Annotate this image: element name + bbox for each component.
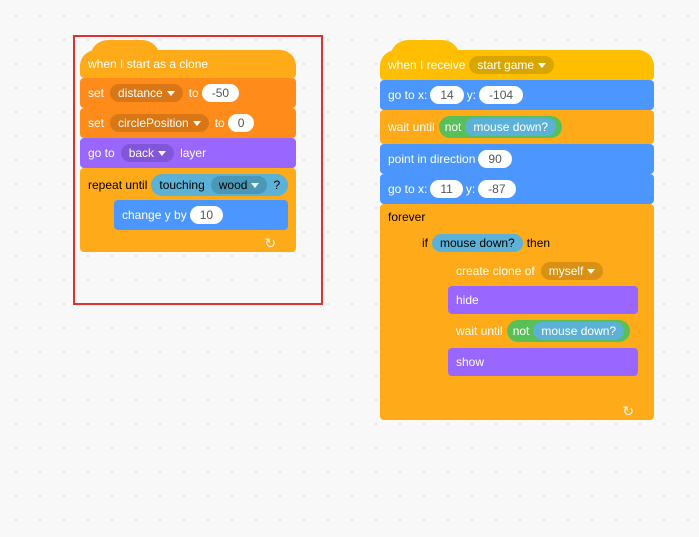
opt: start game (477, 58, 534, 72)
label: if (422, 236, 428, 250)
wait-until-1[interactable]: wait until not mouse down? (380, 110, 654, 144)
chevron-down-icon (587, 269, 595, 274)
touching-reporter[interactable]: touching wood ? (151, 174, 288, 196)
label: go to x: (388, 88, 427, 102)
label: touching (159, 178, 204, 192)
label: to (189, 86, 199, 100)
label: show (456, 355, 484, 369)
label: ? (273, 178, 280, 192)
clone-dropdown[interactable]: myself (541, 262, 604, 280)
label: repeat until (88, 178, 147, 192)
y-input[interactable]: -104 (479, 86, 523, 104)
chevron-down-icon (167, 91, 175, 96)
goto-xy-2[interactable]: go to x: 11 y: -87 (380, 174, 654, 204)
x-input[interactable]: 14 (430, 86, 463, 104)
set-distance-block[interactable]: set distance to -50 (80, 78, 296, 108)
label: point in direction (388, 152, 475, 166)
mouse-down-reporter[interactable]: mouse down? (432, 234, 523, 252)
chevron-down-icon (158, 151, 166, 156)
var-dropdown[interactable]: circlePosition (110, 114, 209, 132)
point-direction[interactable]: point in direction 90 (380, 144, 654, 174)
x-input[interactable]: 11 (430, 180, 462, 198)
set-circleposition-block[interactable]: set circlePosition to 0 (80, 108, 296, 138)
c-bottom: ↻ (388, 402, 646, 420)
dir-input[interactable]: 90 (478, 150, 511, 168)
not-operator[interactable]: not mouse down? (507, 320, 630, 342)
show-block[interactable]: show (448, 348, 638, 376)
opt: back (129, 146, 154, 160)
change-y-block[interactable]: change y by 10 (114, 200, 288, 230)
loop-arrow-icon: ↻ (622, 403, 634, 420)
label: wait until (456, 324, 503, 338)
var-name: distance (118, 86, 163, 100)
label: create clone of (456, 264, 535, 278)
create-clone-block[interactable]: create clone of myself (448, 256, 638, 286)
label: mouse down? (440, 236, 515, 250)
label: mouse down? (541, 324, 616, 338)
label: set (88, 86, 104, 100)
hat-receive[interactable]: when I receive start game (380, 50, 654, 80)
if-block[interactable]: if mouse down? then create clone of myse… (414, 228, 646, 398)
mouse-down-reporter[interactable]: mouse down? (533, 322, 624, 340)
script-left[interactable]: when I start as a clone set distance to … (80, 50, 296, 252)
label: then (527, 236, 550, 250)
label: go to x: (388, 182, 427, 196)
goto-xy-1[interactable]: go to x: 14 y: -104 (380, 80, 654, 110)
c-bottom: ↻ (88, 234, 288, 252)
label: to (215, 116, 225, 130)
layer-dropdown[interactable]: back (121, 144, 174, 162)
mouse-down-reporter[interactable]: mouse down? (465, 118, 556, 136)
num-input[interactable]: 10 (190, 206, 223, 224)
label: y: (467, 88, 476, 102)
touching-dropdown[interactable]: wood (211, 176, 268, 194)
script-right[interactable]: when I receive start game go to x: 14 y:… (380, 50, 654, 420)
label: mouse down? (473, 120, 548, 134)
label: not (513, 324, 530, 338)
label: set (88, 116, 104, 130)
var-name: circlePosition (118, 116, 189, 130)
label: wait until (388, 120, 435, 134)
var-dropdown[interactable]: distance (110, 84, 183, 102)
hat-label: when I start as a clone (88, 57, 208, 71)
num-input[interactable]: 0 (228, 114, 255, 132)
loop-arrow-icon: ↻ (264, 235, 276, 252)
label: change y by (122, 208, 187, 222)
chevron-down-icon (538, 63, 546, 68)
label: forever (388, 210, 425, 224)
goto-layer-block[interactable]: go to back layer (80, 138, 296, 168)
not-operator[interactable]: not mouse down? (439, 116, 562, 138)
y-input[interactable]: -87 (478, 180, 515, 198)
label: layer (180, 146, 206, 160)
opt: wood (219, 178, 248, 192)
label: when I receive (388, 58, 465, 72)
chevron-down-icon (251, 183, 259, 188)
wait-until-2[interactable]: wait until not mouse down? (448, 314, 638, 348)
repeat-until-block[interactable]: repeat until touching wood ? change y by… (80, 168, 296, 252)
c-bottom (422, 380, 638, 398)
chevron-down-icon (193, 121, 201, 126)
opt: myself (549, 264, 584, 278)
forever-block[interactable]: forever if mouse down? then create clone… (380, 204, 654, 420)
label: y: (466, 182, 475, 196)
message-dropdown[interactable]: start game (469, 56, 554, 74)
hide-block[interactable]: hide (448, 286, 638, 314)
label: hide (456, 293, 479, 307)
hat-start-clone[interactable]: when I start as a clone (80, 50, 296, 78)
num-input[interactable]: -50 (202, 84, 239, 102)
label: not (445, 120, 462, 134)
label: go to (88, 146, 115, 160)
